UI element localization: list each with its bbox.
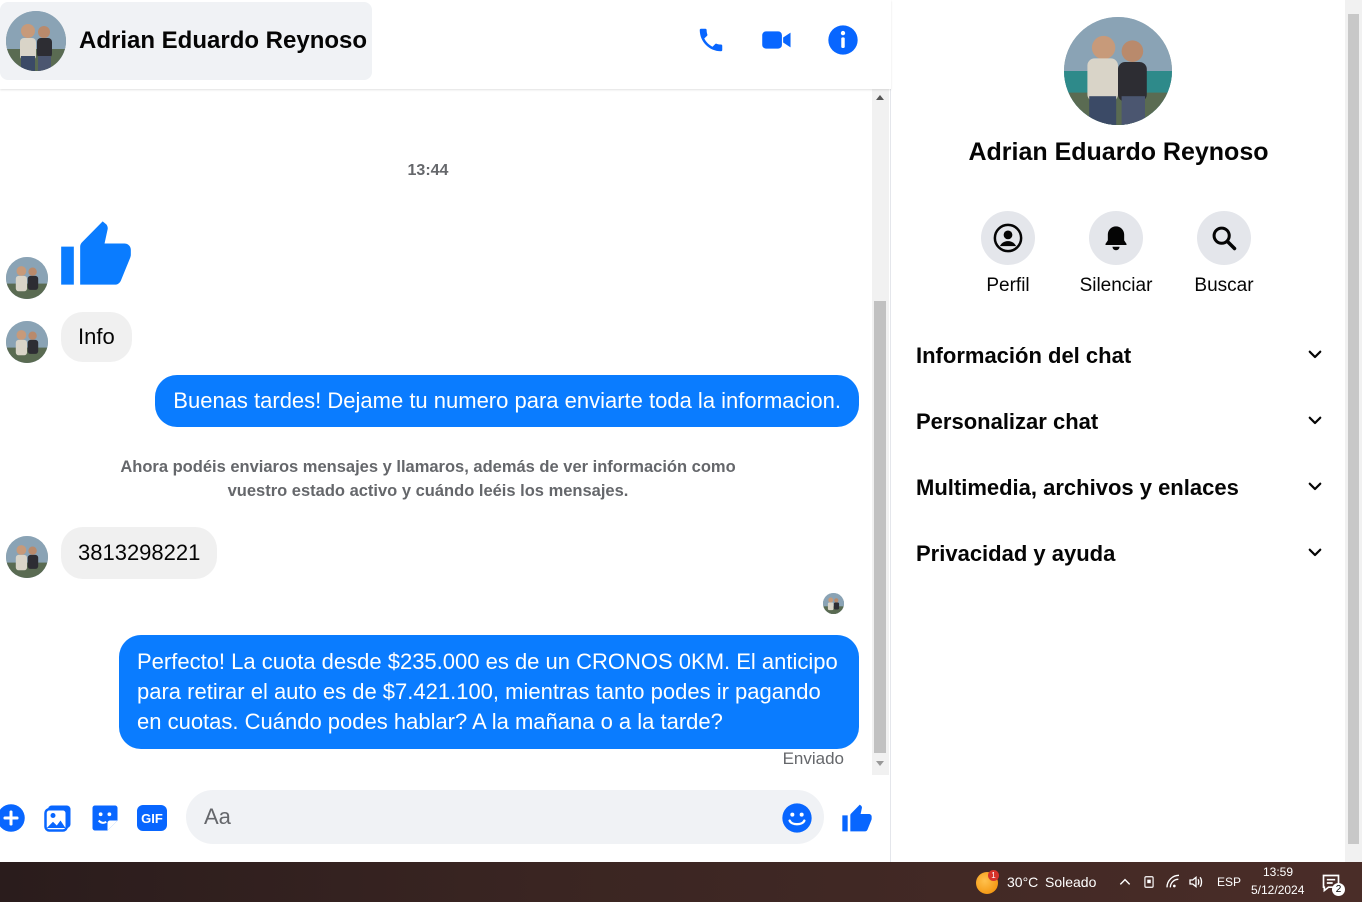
page-scrollbar[interactable] bbox=[1345, 0, 1362, 862]
message-input[interactable] bbox=[186, 790, 824, 844]
section-privacy-help[interactable]: Privacidad y ayuda bbox=[916, 532, 1324, 576]
device-icon[interactable] bbox=[1141, 874, 1157, 890]
windows-taskbar: 1 30°C Soleado ESP 13:59 5/12/2024 2 bbox=[0, 862, 1362, 902]
profile-icon[interactable] bbox=[981, 211, 1035, 265]
like-icon[interactable] bbox=[840, 801, 874, 835]
chevron-down-icon bbox=[1306, 411, 1324, 434]
plus-icon[interactable] bbox=[0, 801, 28, 835]
bell-icon[interactable] bbox=[1089, 211, 1143, 265]
clock-time[interactable]: 13:59 bbox=[1263, 865, 1293, 879]
outgoing-message[interactable]: Perfecto! La cuota desde $235.000 es de … bbox=[119, 635, 859, 749]
wifi-icon[interactable] bbox=[1165, 874, 1181, 890]
section-media-files-links[interactable]: Multimedia, archivos y enlaces bbox=[916, 466, 1324, 510]
weather-badge: 1 bbox=[988, 870, 999, 881]
section-customize-chat[interactable]: Personalizar chat bbox=[916, 400, 1324, 444]
sender-avatar[interactable] bbox=[6, 257, 48, 299]
page-scroll-thumb[interactable] bbox=[1348, 14, 1359, 844]
info-icon[interactable] bbox=[823, 20, 863, 60]
action-label: Buscar bbox=[1194, 275, 1254, 296]
scroll-down-arrow[interactable] bbox=[876, 761, 884, 766]
chevron-down-icon bbox=[1306, 345, 1324, 368]
search-action[interactable]: Buscar bbox=[1184, 211, 1264, 297]
action-label: Perfil bbox=[986, 275, 1030, 296]
sender-avatar[interactable] bbox=[6, 536, 48, 578]
notification-count: 2 bbox=[1332, 883, 1345, 896]
chat-header: Adrian Eduardo Reynoso bbox=[0, 0, 891, 89]
profile-avatar[interactable] bbox=[1064, 17, 1172, 125]
volume-icon[interactable] bbox=[1188, 874, 1204, 890]
chat-scrollbar[interactable] bbox=[872, 89, 889, 775]
profile-action[interactable]: Perfil bbox=[968, 211, 1048, 297]
chevron-down-icon bbox=[1306, 543, 1324, 566]
weather-description[interactable]: Soleado bbox=[1045, 874, 1096, 890]
phone-icon[interactable] bbox=[691, 20, 731, 60]
sender-avatar[interactable] bbox=[6, 321, 48, 363]
info-panel: Adrian Eduardo Reynoso Perfil Silenciar … bbox=[892, 0, 1345, 862]
chevron-up-icon[interactable] bbox=[1117, 874, 1133, 890]
incoming-message[interactable]: Info bbox=[61, 312, 132, 362]
language-indicator[interactable]: ESP bbox=[1217, 875, 1241, 889]
image-icon[interactable] bbox=[41, 801, 75, 835]
messenger-app: Adrian Eduardo Reynoso 13:44 Info Buenas… bbox=[0, 0, 1362, 862]
profile-name: Adrian Eduardo Reynoso bbox=[968, 138, 1269, 166]
scroll-thumb[interactable] bbox=[874, 301, 886, 753]
contact-name: Adrian Eduardo Reynoso bbox=[79, 27, 368, 54]
sticker-icon[interactable] bbox=[88, 801, 122, 835]
mute-action[interactable]: Silenciar bbox=[1076, 211, 1156, 297]
chat-panel: Adrian Eduardo Reynoso 13:44 Info Buenas… bbox=[0, 0, 891, 862]
outgoing-message[interactable]: Buenas tardes! Dejame tu numero para env… bbox=[155, 375, 859, 427]
incoming-message[interactable]: 3813298221 bbox=[61, 527, 218, 579]
message-status: Enviado bbox=[782, 749, 844, 768]
search-icon[interactable] bbox=[1197, 211, 1251, 265]
gif-icon[interactable]: GIF bbox=[135, 801, 169, 835]
system-note: Ahora podéis enviaros mensajes y llamaro… bbox=[120, 458, 736, 500]
like-sticker-message[interactable] bbox=[58, 215, 134, 296]
weather-temperature[interactable]: 30°C bbox=[1007, 874, 1038, 890]
scroll-up-arrow[interactable] bbox=[876, 95, 884, 100]
read-receipt-avatar bbox=[823, 593, 844, 614]
composer: GIF bbox=[0, 775, 891, 862]
action-label: Silenciar bbox=[1079, 275, 1153, 296]
video-icon[interactable] bbox=[757, 20, 797, 60]
clock-date[interactable]: 5/12/2024 bbox=[1251, 883, 1304, 897]
header-contact-button[interactable]: Adrian Eduardo Reynoso bbox=[0, 2, 372, 80]
time-separator: 13:44 bbox=[407, 162, 449, 179]
chevron-down-icon bbox=[1306, 477, 1324, 500]
section-chat-info[interactable]: Información del chat bbox=[916, 334, 1324, 378]
contact-avatar bbox=[6, 11, 66, 71]
message-list: 13:44 Info Buenas tardes! Dejame tu nume… bbox=[0, 89, 872, 775]
emoji-icon[interactable] bbox=[780, 801, 814, 835]
